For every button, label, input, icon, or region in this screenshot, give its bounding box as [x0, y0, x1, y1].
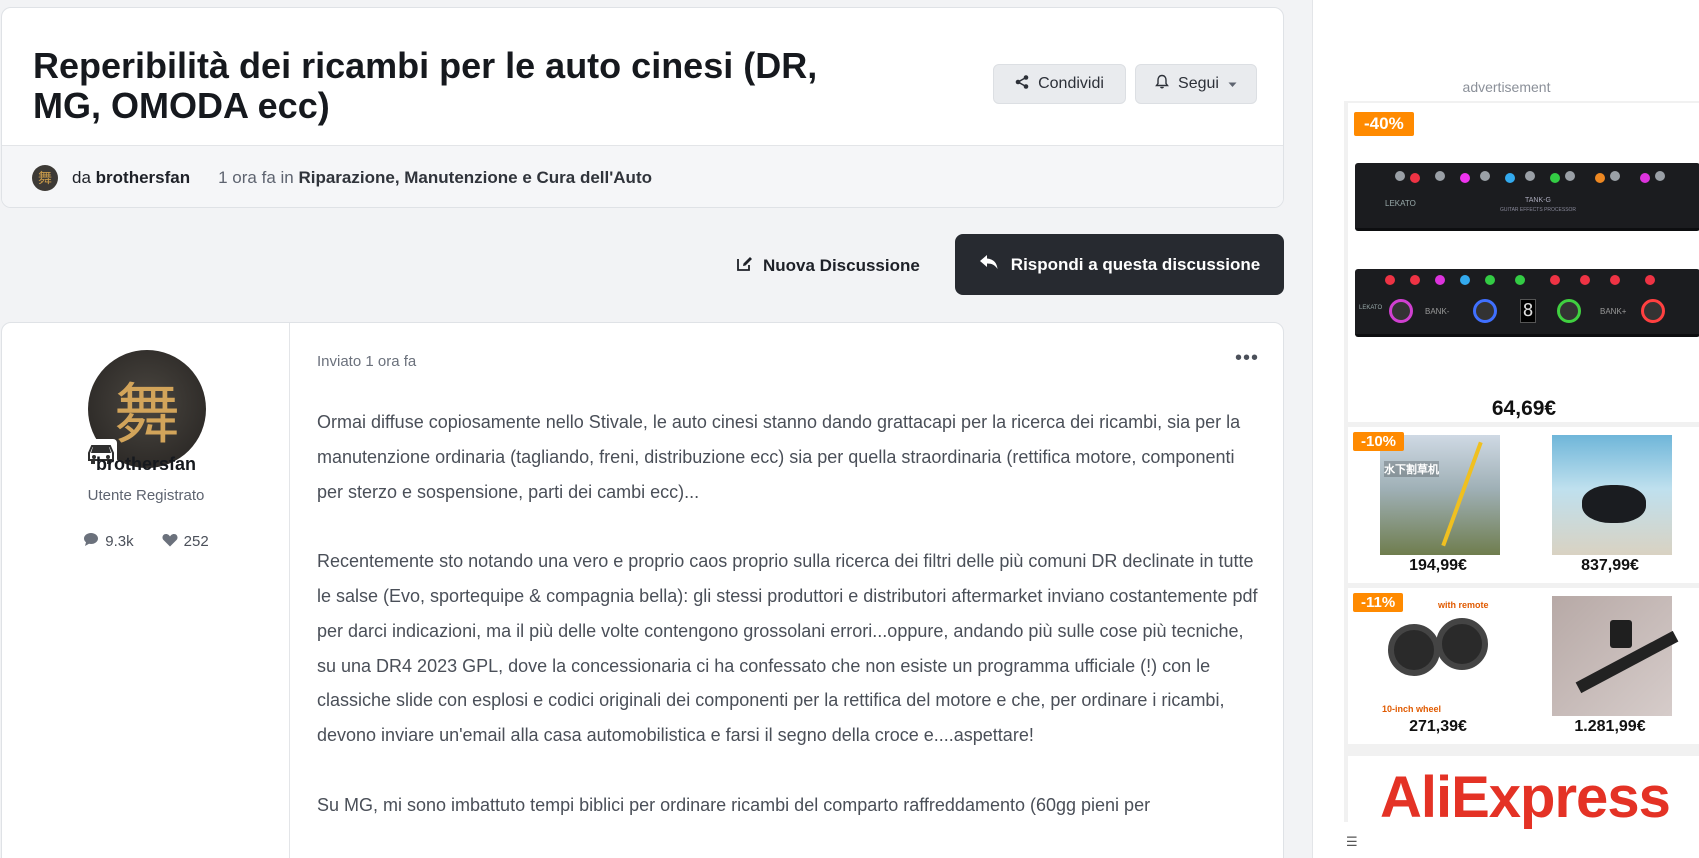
post-author-name[interactable]: brothersfan — [2, 454, 290, 475]
discount-badge: -10% — [1353, 432, 1405, 451]
main-column: Reperibilità dei ricambi per le auto cin… — [0, 0, 1285, 858]
pedal-image: 8 BANK- BANK+ LEKATO — [1355, 269, 1699, 337]
ad-price: 194,99€ — [1409, 557, 1467, 574]
author-byline: da brothersfan — [72, 168, 190, 188]
post-paragraph: Su MG, mi sono imbattuto tempi biblici p… — [317, 794, 1151, 815]
post-date: Inviato 1 ora fa — [317, 353, 417, 370]
by-prefix: da — [72, 167, 91, 187]
ad-product-tile[interactable]: 1.281,99€ — [1520, 588, 1699, 744]
ad-product-tile[interactable]: with remote 10-inch wheel -11% 271,39€ — [1348, 588, 1528, 744]
tile-image-caption: 水下割草机 — [1384, 461, 1439, 477]
post-author-role: Utente Registrato — [87, 487, 205, 504]
post-paragraph: Recentemente sto notando una vero e prop… — [317, 551, 1258, 746]
avatar[interactable]: 舞 — [32, 164, 58, 191]
product-image — [1552, 435, 1672, 555]
ad-label: advertisement — [1462, 79, 1551, 95]
ad-product-main[interactable]: -40% LEKATO TANK-G GUITAR EFFECTS PROCES… — [1348, 103, 1699, 422]
reputation: 252 — [162, 532, 209, 551]
ad-choices-icon[interactable]: ☰ — [1346, 834, 1358, 850]
posts-count-value: 9.3k — [105, 533, 134, 550]
product-image: 水下割草机 — [1380, 435, 1500, 555]
time-prefix: 1 ora fa in — [218, 167, 294, 187]
new-topic-button[interactable]: Nuova Discussione — [735, 240, 925, 292]
edit-icon — [735, 255, 753, 278]
topic-header: Reperibilità dei ricambi per le auto cin… — [1, 7, 1284, 208]
tile-image-caption: 10-inch wheel — [1382, 704, 1442, 714]
category-link[interactable]: Riparazione, Manutenzione e Cura dell'Au… — [298, 168, 652, 188]
pedal-bank-right: BANK+ — [1600, 307, 1627, 316]
discount-badge: -11% — [1353, 593, 1404, 612]
reply-label: Rispondi a questa discussione — [1010, 254, 1261, 274]
ad-price: 837,99€ — [1581, 557, 1639, 574]
discount-badge: -40% — [1354, 112, 1414, 136]
author-stats: 9.3k 252 — [2, 532, 290, 551]
ad-price: 64,69€ — [1491, 397, 1557, 420]
author-link[interactable]: brothersfan — [96, 168, 190, 187]
chevron-down-icon — [1228, 75, 1237, 93]
comment-icon — [83, 532, 99, 551]
post-paragraph: Ormai diffuse copiosamente nello Stivale… — [317, 412, 1241, 502]
sidebar: advertisement -40% LEKATO TANK-G GUITAR … — [1312, 0, 1699, 858]
ad-banner[interactable]: -40% LEKATO TANK-G GUITAR EFFECTS PROCES… — [1344, 101, 1699, 849]
follow-button[interactable]: Segui — [1135, 64, 1257, 104]
product-image: with remote 10-inch wheel — [1380, 596, 1500, 716]
more-options-icon[interactable]: ••• — [1235, 347, 1259, 370]
share-icon — [1015, 74, 1029, 94]
reputation-value: 252 — [183, 533, 209, 550]
tile-image-caption: with remote — [1438, 600, 1489, 610]
reply-button[interactable]: Rispondi a questa discussione — [955, 234, 1284, 295]
bell-icon — [1155, 74, 1169, 94]
aliexpress-logo[interactable]: AliExpress — [1348, 756, 1699, 830]
pedal-model: TANK-G — [1525, 197, 1551, 204]
post-text: Ormai diffuse copiosamente nello Stivale… — [317, 405, 1262, 857]
product-image — [1552, 596, 1679, 716]
page-title: Reperibilità dei ricambi per le auto cin… — [33, 45, 818, 126]
share-label: Condividi — [1038, 75, 1104, 92]
ad-product-tile[interactable]: 837,99€ — [1520, 427, 1699, 583]
follow-label: Segui — [1178, 75, 1219, 92]
reply-icon — [979, 254, 999, 275]
post: 舞 brothersfan Utente Registrato 9.3k 252… — [1, 322, 1284, 858]
pedal-image: LEKATO TANK-G GUITAR EFFECTS PROCESSOR — [1355, 163, 1699, 231]
pedal-display: 8 — [1520, 299, 1536, 323]
pedal-bank-left: BANK- — [1425, 307, 1450, 316]
pedal-brand-top: LEKATO — [1385, 199, 1416, 208]
brand-logo: AliExpress — [1380, 765, 1671, 830]
new-topic-label: Nuova Discussione — [763, 256, 920, 275]
ad-price: 1.281,99€ — [1574, 718, 1646, 735]
posts-count: 9.3k — [83, 532, 134, 551]
share-button[interactable]: Condividi — [993, 64, 1126, 104]
heart-icon — [162, 533, 178, 551]
ad-product-tile[interactable]: 水下割草机 -10% 194,99€ — [1348, 427, 1528, 583]
ad-price: 271,39€ — [1409, 718, 1467, 735]
pedal-sub: GUITAR EFFECTS PROCESSOR — [1500, 207, 1577, 213]
topic-meta: 舞 da brothersfan 1 ora fa in Riparazione… — [2, 145, 1283, 207]
pedal-brand-bottom: LEKATO — [1359, 305, 1383, 311]
